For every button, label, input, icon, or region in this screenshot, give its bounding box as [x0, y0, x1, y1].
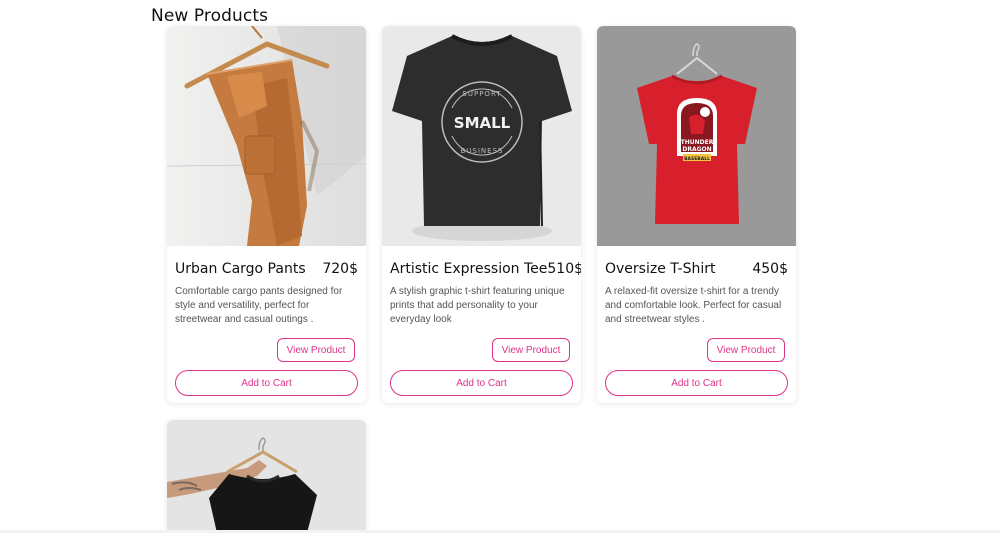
product-name: Oversize T-Shirt	[605, 260, 716, 277]
product-price: 450$	[752, 260, 788, 277]
product-card: Urban Cargo Pants 720$ Comfortable cargo…	[167, 26, 366, 403]
print-top-text: SUPPORT	[462, 90, 501, 98]
black-tshirt-photo-icon: SMALL SUPPORT BUSINESS	[382, 26, 581, 246]
print-bottom-text: BUSINESS	[461, 147, 504, 155]
view-product-button[interactable]: View Product	[492, 338, 570, 362]
print-line2-text: DRAGON	[682, 146, 711, 153]
product-description: A stylish graphic t-shirt featuring uniq…	[390, 286, 565, 325]
product-name: Urban Cargo Pants	[175, 260, 306, 277]
add-to-cart-button[interactable]: Add to Cart	[175, 370, 358, 396]
view-product-button[interactable]: View Product	[277, 338, 355, 362]
product-description: Comfortable cargo pants designed for sty…	[175, 286, 343, 325]
print-middle-text: SMALL	[454, 114, 511, 132]
red-tshirt-photo-icon: THUNDER DRAGON BASEBALL	[597, 26, 796, 246]
add-to-cart-button[interactable]: Add to Cart	[605, 370, 788, 396]
products-page: New Products Urban Cargo Pants 720$ Comf…	[0, 0, 1000, 533]
product-card: THUNDER DRAGON BASEBALL Oversize T-Shirt…	[597, 26, 796, 403]
print-line1-text: THUNDER	[681, 139, 714, 146]
cargo-pants-photo-icon	[167, 26, 366, 246]
product-name: Artistic Expression Tee	[390, 260, 548, 277]
black-tshirt-hanger-photo-icon	[167, 420, 366, 533]
product-price: 720$	[322, 260, 358, 277]
print-line3-text: BASEBALL	[684, 156, 710, 162]
product-card	[167, 420, 366, 533]
product-card: SMALL SUPPORT BUSINESS Artistic Expressi…	[382, 26, 581, 403]
section-title: New Products	[151, 6, 269, 26]
view-product-button[interactable]: View Product	[707, 338, 785, 362]
product-image-artistic-tee[interactable]: SMALL SUPPORT BUSINESS	[382, 26, 581, 246]
product-image-cargo-pants[interactable]	[167, 26, 366, 246]
product-description: A relaxed-fit oversize t-shirt for a tre…	[605, 286, 782, 325]
product-image-oversize-tshirt[interactable]: THUNDER DRAGON BASEBALL	[597, 26, 796, 246]
product-price: 510$	[547, 260, 581, 277]
add-to-cart-button[interactable]: Add to Cart	[390, 370, 573, 396]
product-image-black-tshirt[interactable]	[167, 420, 366, 533]
